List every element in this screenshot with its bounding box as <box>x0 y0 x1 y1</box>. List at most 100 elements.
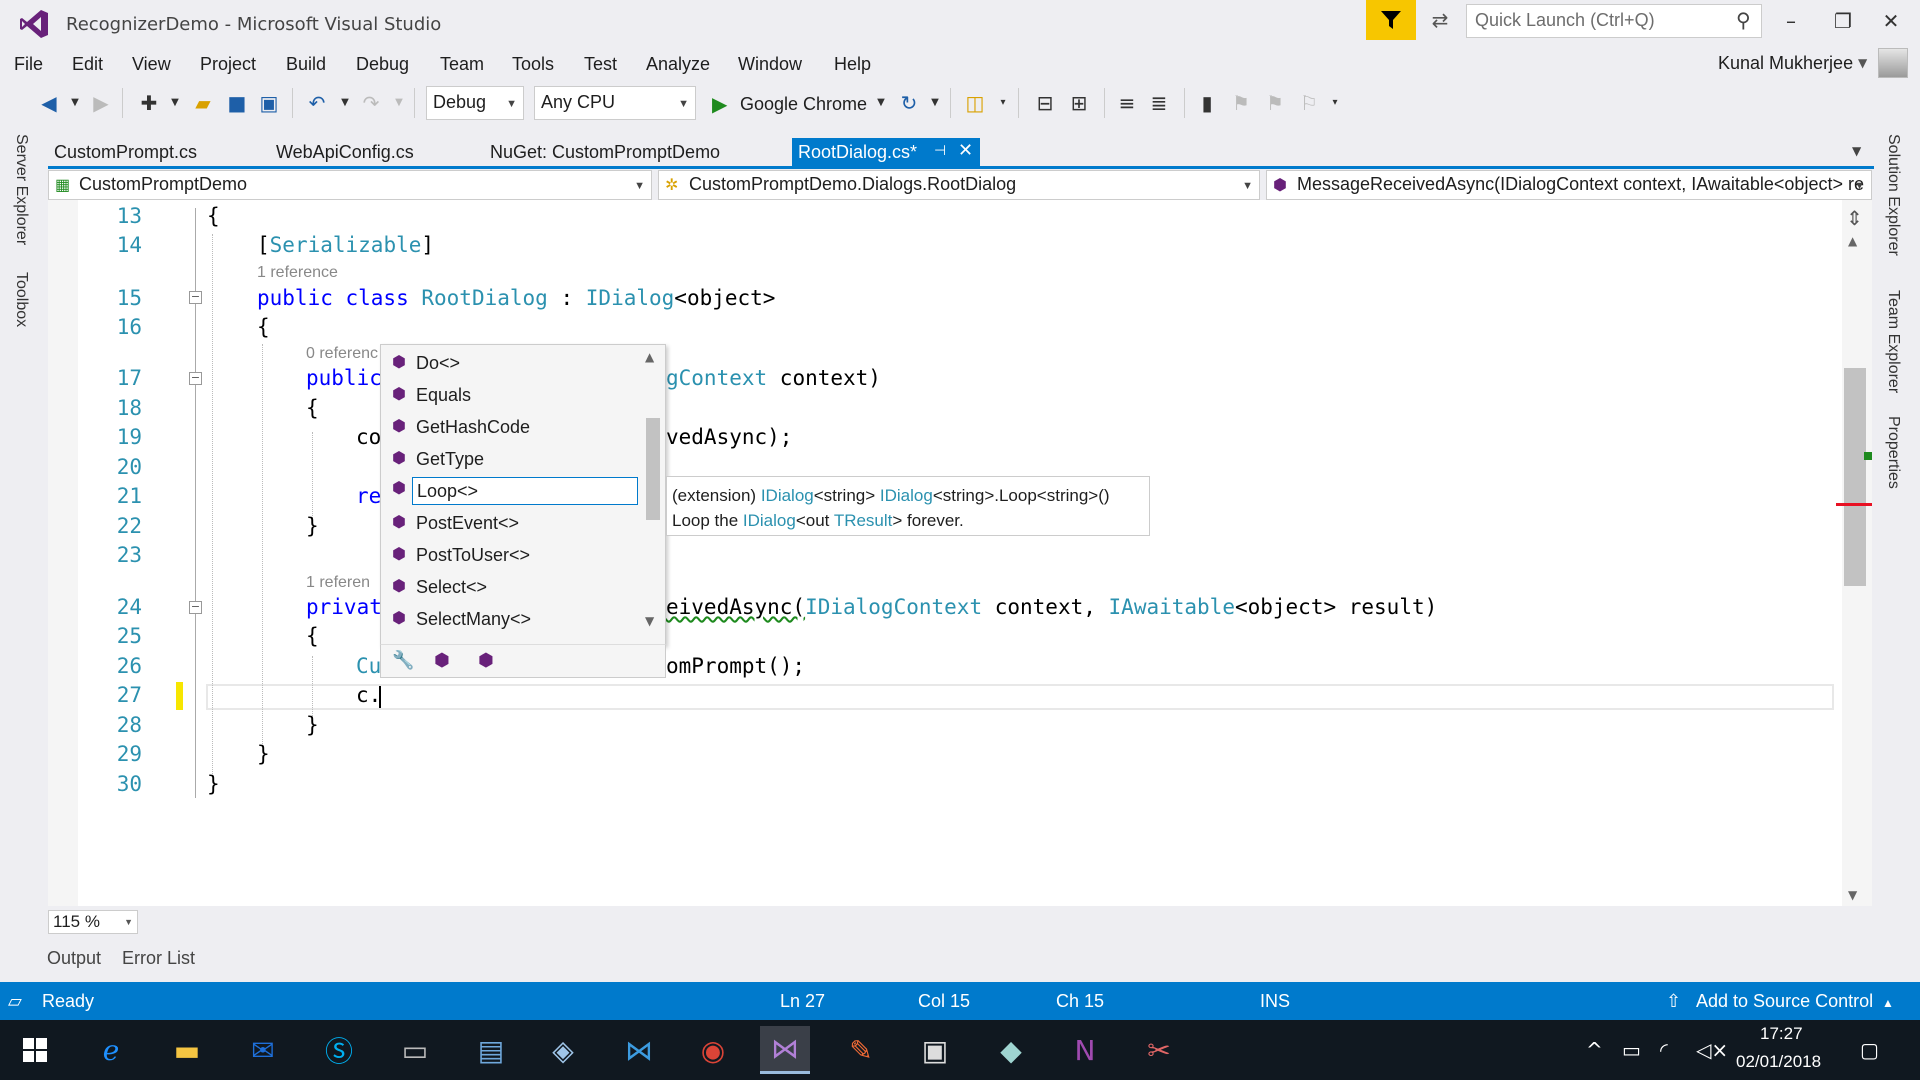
chevron-down-icon[interactable]: ▼ <box>1858 56 1867 70</box>
clock-time[interactable]: 17:27 <box>1760 1024 1803 1044</box>
toolbox-tab[interactable]: Toolbox <box>12 272 30 327</box>
chevron-down-icon[interactable]: ▾ <box>990 90 1016 116</box>
completion-item[interactable]: ⬢ Select<> <box>384 574 640 602</box>
menu-build[interactable]: Build <box>286 54 326 75</box>
open-folder-icon[interactable]: ▰ <box>190 90 216 116</box>
codelens-reference-count[interactable]: 0 referenc <box>306 345 378 363</box>
editor-horizontal-scrollbar[interactable] <box>140 910 1872 934</box>
codelens-reference-count[interactable]: 1 referen <box>306 574 370 592</box>
avatar[interactable] <box>1878 48 1908 78</box>
bookmark-icon[interactable]: ▮ <box>1194 90 1220 116</box>
network-app-icon[interactable]: ▤ <box>466 1026 516 1074</box>
close-window-button[interactable]: ✕ <box>1868 6 1914 36</box>
menu-analyze[interactable]: Analyze <box>646 54 710 75</box>
completion-item[interactable]: ⬢ GetType <box>384 446 640 474</box>
completion-item[interactable]: ⬢ Equals <box>384 382 640 410</box>
menu-tools[interactable]: Tools <box>512 54 554 75</box>
upload-arrow-icon[interactable]: ⇧ <box>1666 991 1681 1012</box>
pin-icon[interactable]: ⊣ <box>934 142 946 159</box>
completion-item-selected[interactable]: Loop<> <box>412 477 638 505</box>
volume-muted-icon[interactable]: ◁× <box>1696 1038 1728 1062</box>
clear-bookmarks-icon[interactable]: ⚐ <box>1296 90 1322 116</box>
find-in-files-icon[interactable]: ◫ <box>962 90 988 116</box>
extension-method-filter-icon[interactable]: ⬢ <box>478 650 494 671</box>
code-line-27[interactable]: c. <box>356 683 381 707</box>
chevron-down-icon[interactable]: ▼ <box>868 90 894 116</box>
menu-team[interactable]: Team <box>440 54 484 75</box>
output-tab[interactable]: Output <box>47 948 101 969</box>
redo-icon[interactable]: ↷ <box>358 90 384 116</box>
chrome-icon[interactable]: ◉ <box>688 1026 738 1074</box>
terminal-icon[interactable]: ▣ <box>910 1026 960 1074</box>
collapse-toggle[interactable]: − <box>189 601 202 614</box>
outdent-icon[interactable]: ≣ <box>1146 90 1172 116</box>
tab-nuget[interactable]: NuGet: CustomPromptDemo <box>484 138 726 168</box>
solution-configuration-select[interactable]: Debug ▼ <box>426 86 524 120</box>
tab-web-api-config[interactable]: WebApiConfig.cs <box>270 138 420 168</box>
chevron-down-icon[interactable]: ▼ <box>332 90 358 116</box>
type-navigation-select[interactable]: ✲ CustomPromptDemo.Dialogs.RootDialog ▼ <box>658 170 1260 200</box>
next-bookmark-icon[interactable]: ⚑ <box>1262 90 1288 116</box>
scroll-down-icon[interactable]: ▼ <box>645 614 654 628</box>
chevron-down-icon[interactable]: ▼ <box>162 90 188 116</box>
notification-filter-button[interactable] <box>1366 0 1416 40</box>
chevron-down-icon[interactable]: ▼ <box>62 90 88 116</box>
clock-date[interactable]: 02/01/2018 <box>1736 1052 1821 1072</box>
indent-icon[interactable]: ≡ <box>1114 90 1140 116</box>
run-target-label[interactable]: Google Chrome <box>740 94 867 115</box>
scroll-up-icon[interactable]: ▲ <box>645 350 654 364</box>
chevron-down-icon[interactable]: ▼ <box>386 90 412 116</box>
save-icon[interactable]: ■ <box>224 90 250 116</box>
add-to-source-control-button[interactable]: Add to Source Control <box>1696 991 1873 1012</box>
status-insert-mode[interactable]: INS <box>1260 991 1290 1012</box>
collapse-toggle[interactable]: − <box>189 372 202 385</box>
method-filter-icon[interactable]: ⬢ <box>434 650 450 671</box>
save-all-icon[interactable]: ▣ <box>256 90 282 116</box>
notes-app-icon[interactable]: ◆ <box>986 1026 1036 1074</box>
chevron-up-icon[interactable]: ▲ <box>1882 996 1894 1010</box>
menu-project[interactable]: Project <box>200 54 256 75</box>
quick-launch-input[interactable]: Quick Launch (Ctrl+Q) <box>1466 4 1762 38</box>
windows-start-icon[interactable] <box>10 1026 60 1074</box>
scroll-up-icon[interactable]: ▲ <box>1848 234 1857 248</box>
outlook-icon[interactable]: ✉ <box>238 1026 288 1074</box>
wrench-icon[interactable]: 🔧 <box>392 650 414 671</box>
menu-file[interactable]: File <box>14 54 43 75</box>
menu-view[interactable]: View <box>132 54 171 75</box>
tab-custom-prompt[interactable]: CustomPrompt.cs <box>48 138 203 168</box>
skype-icon[interactable]: Ⓢ <box>314 1026 364 1074</box>
battery-icon[interactable]: ▭ <box>1622 1038 1641 1062</box>
chevron-up-icon[interactable]: ^ <box>1586 1038 1603 1062</box>
chevron-down-icon[interactable]: ▼ <box>1852 144 1861 158</box>
properties-tab[interactable]: Properties <box>1884 416 1902 489</box>
completion-item[interactable]: ⬢ Do<> <box>384 350 640 378</box>
editor-scroll-thumb[interactable] <box>1844 368 1866 586</box>
collapse-toggle[interactable]: − <box>189 291 202 304</box>
visual-studio-taskbar-icon[interactable]: ⋈ <box>760 1026 810 1074</box>
server-explorer-tab[interactable]: Server Explorer <box>12 134 30 245</box>
chevron-down-icon[interactable]: ▼ <box>922 90 948 116</box>
completion-item[interactable]: ⬢ GetHashCode <box>384 414 640 442</box>
onenote-icon[interactable]: N <box>1060 1026 1110 1074</box>
completion-item[interactable]: ⬢ SelectMany<> <box>384 606 640 634</box>
zoom-level-select[interactable]: 115 % ▼ <box>48 910 138 934</box>
close-icon[interactable]: ✕ <box>958 140 973 161</box>
menu-window[interactable]: Window <box>738 54 802 75</box>
previous-bookmark-icon[interactable]: ⚑ <box>1228 90 1254 116</box>
maximize-button[interactable]: ❐ <box>1820 6 1866 36</box>
file-explorer-icon[interactable]: ▬ <box>162 1026 212 1074</box>
snipping-tool-icon[interactable]: ✂ <box>1134 1026 1184 1074</box>
search-icon[interactable]: ⚲ <box>1736 8 1751 32</box>
undo-icon[interactable]: ↶ <box>304 90 330 116</box>
menu-test[interactable]: Test <box>584 54 617 75</box>
solution-explorer-icon[interactable]: ⊟ <box>1032 90 1058 116</box>
project-navigation-select[interactable]: ▦ CustomPromptDemo ▼ <box>48 170 652 200</box>
command-window-icon[interactable]: ▭ <box>390 1026 440 1074</box>
navigate-back-icon[interactable]: ◀ <box>36 90 62 116</box>
menu-help[interactable]: Help <box>834 54 871 75</box>
completion-scroll-thumb[interactable] <box>646 418 660 520</box>
completion-item[interactable]: ⬢ PostEvent<> <box>384 510 640 538</box>
codelens-reference-count[interactable]: 1 reference <box>257 264 338 282</box>
menu-debug[interactable]: Debug <box>356 54 409 75</box>
feedback-button[interactable]: ⇄ <box>1422 4 1458 36</box>
